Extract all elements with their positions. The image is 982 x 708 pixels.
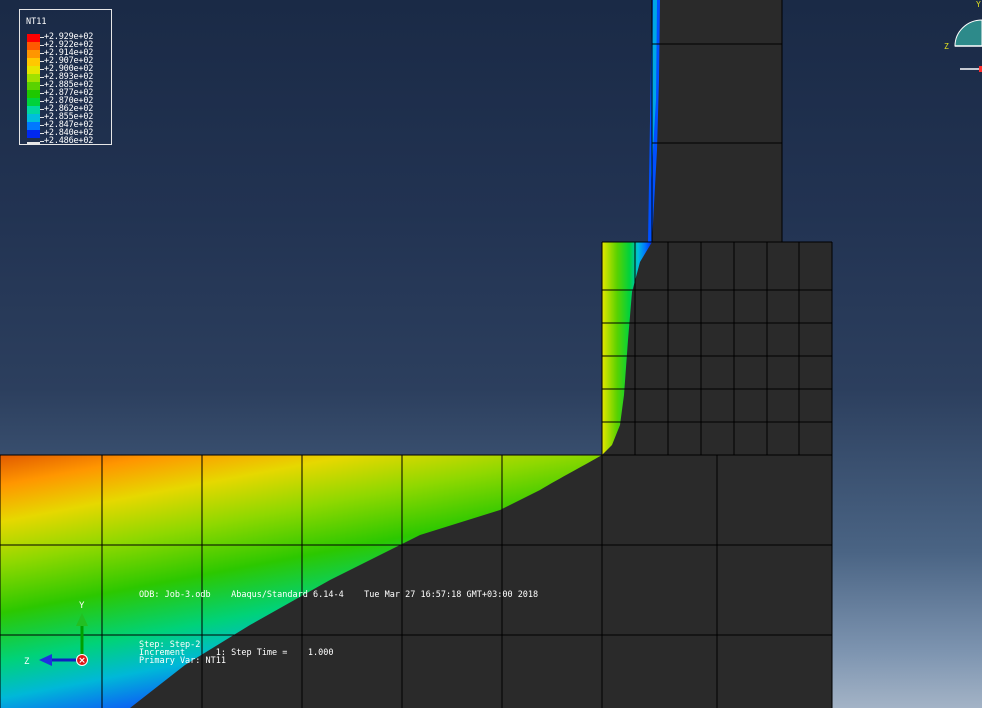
legend-swatch (27, 82, 40, 90)
mesh-model[interactable] (0, 0, 982, 708)
legend-swatch (27, 50, 40, 58)
legend-swatch (27, 114, 40, 122)
viewport[interactable] (0, 0, 982, 708)
legend-swatch (27, 58, 40, 66)
vertical-column (652, 0, 782, 242)
legend-swatch (27, 98, 40, 106)
legend-swatch (27, 34, 40, 42)
legend-swatch (27, 142, 40, 144)
legend-swatch (27, 42, 40, 50)
legend-swatch (27, 66, 40, 74)
primary-var-text: Primary Var: NT11 (139, 656, 226, 666)
legend-value: +2.486e+02 (44, 136, 94, 146)
legend-swatch (27, 106, 40, 114)
legend-title: NT11 (26, 17, 47, 27)
legend-swatch (27, 122, 40, 130)
legend: NT11 +2.929e+02 +2.922e+02 +2.914e+02 +2.90… (19, 9, 112, 145)
legend-swatch (27, 90, 40, 98)
odb-info-text: ODB: Job-3.odb Abaqus/Standard 6.14-4 Tu… (139, 590, 539, 600)
legend-swatch (27, 74, 40, 82)
legend-swatch (27, 130, 40, 138)
